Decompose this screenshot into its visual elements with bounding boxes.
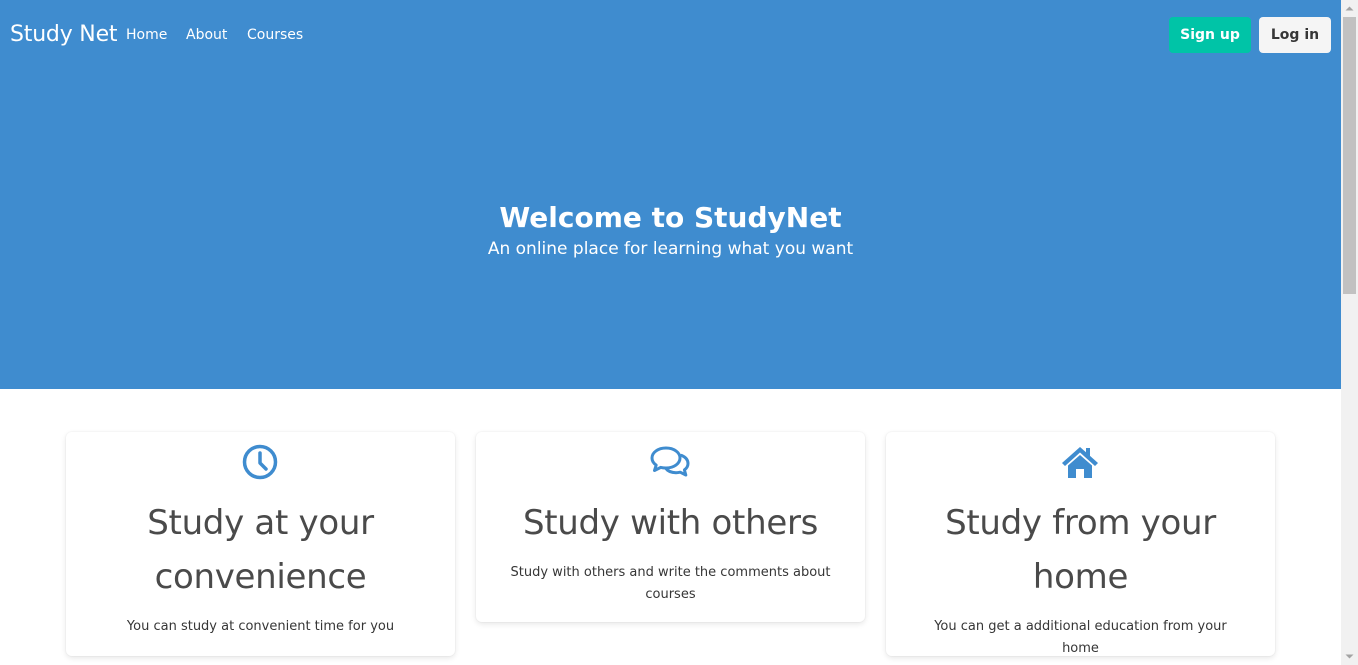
home-icon [1060,442,1100,482]
hero-title: Welcome to StudyNet [499,201,842,234]
feature-card-home: Study from your home You can get a addit… [886,432,1275,656]
hero-section: Study Net Home About Courses Sign up Log… [0,0,1341,389]
vertical-scrollbar[interactable] [1341,0,1358,665]
login-button[interactable]: Log in [1259,17,1331,53]
scroll-down-arrow-icon[interactable] [1341,648,1358,665]
feature-card-others: Study with others Study with others and … [476,432,865,622]
card-text: Study with others and write the comments… [510,565,831,602]
comments-icon [650,442,690,482]
nav-link-courses[interactable]: Courses [247,26,303,44]
card-title: Study at your convenience [147,503,374,597]
card-title: Study from your home [945,503,1216,597]
card-text: You can get a additional education from … [934,619,1227,656]
signup-button[interactable]: Sign up [1169,17,1251,53]
hero-subtitle: An online place for learning what you wa… [487,239,854,259]
card-text: You can study at convenient time for you [126,619,395,634]
browser-viewport: Study Net Home About Courses Sign up Log… [0,0,1341,665]
nav-link-home[interactable]: Home [126,26,167,44]
nav-link-about[interactable]: About [186,26,227,44]
navbar: Study Net Home About Courses Sign up Log… [0,0,1341,70]
feature-card-convenience: Study at your convenience You can study … [66,432,455,656]
brand-logo[interactable]: Study Net [10,21,118,49]
page: Study Net Home About Courses Sign up Log… [0,0,1358,665]
scrollbar-thumb[interactable] [1343,17,1356,294]
scroll-up-arrow-icon[interactable] [1341,0,1358,17]
card-title: Study with others [522,503,819,543]
clock-icon [240,442,280,482]
